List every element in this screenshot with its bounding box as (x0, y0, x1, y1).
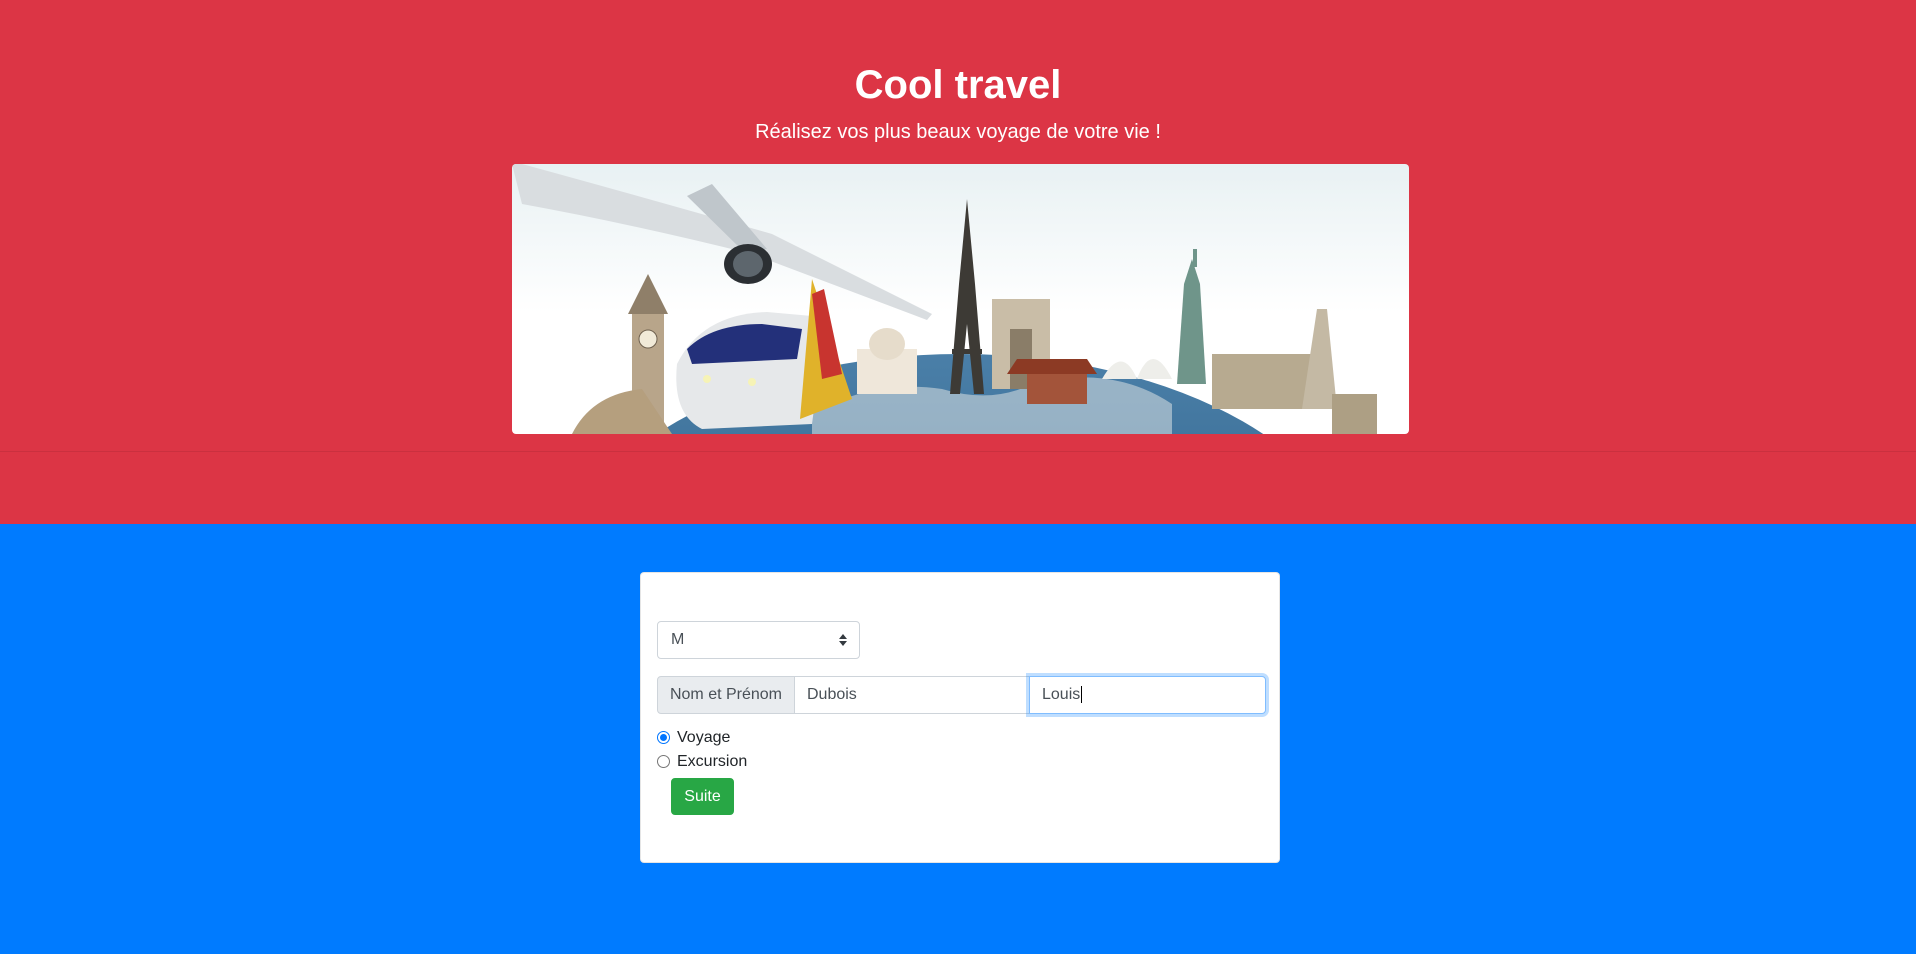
radio-voyage-label: Voyage (677, 729, 731, 746)
radio-excursion-label: Excursion (677, 753, 748, 770)
header-section: Cool travel Réalisez vos plus beaux voya… (0, 0, 1916, 524)
civility-selected-value: M (671, 631, 685, 648)
page-subtitle: Réalisez vos plus beaux voyage de votre … (755, 121, 1161, 143)
pagoda-shape (1007, 359, 1097, 374)
suite-button[interactable]: Suite (671, 778, 734, 815)
prenom-input-value: Louis (1042, 686, 1081, 703)
nom-input-value: Dubois (807, 686, 857, 703)
statue-liberty-shape (1177, 259, 1206, 384)
header-divider (0, 451, 1916, 452)
airplane-shape (512, 164, 932, 320)
name-input-group: Nom et Prénom Dubois Louis (657, 676, 1267, 714)
civility-select[interactable]: M (657, 621, 860, 659)
colosseum-shape (1212, 354, 1312, 409)
select-arrows-icon (839, 634, 847, 646)
prenom-input[interactable]: Louis (1029, 676, 1266, 714)
opera-house-shape (1102, 359, 1172, 379)
radio-voyage[interactable] (657, 731, 670, 744)
nom-input[interactable]: Dubois (794, 676, 1030, 714)
text-cursor (1081, 686, 1083, 704)
travel-banner-image (512, 164, 1409, 434)
name-group-label: Nom et Prénom (657, 676, 795, 714)
booking-form-card: M Nom et Prénom Dubois Louis Voyage Excu… (640, 572, 1280, 863)
radio-excursion[interactable] (657, 755, 670, 768)
page-title: Cool travel (854, 63, 1062, 107)
